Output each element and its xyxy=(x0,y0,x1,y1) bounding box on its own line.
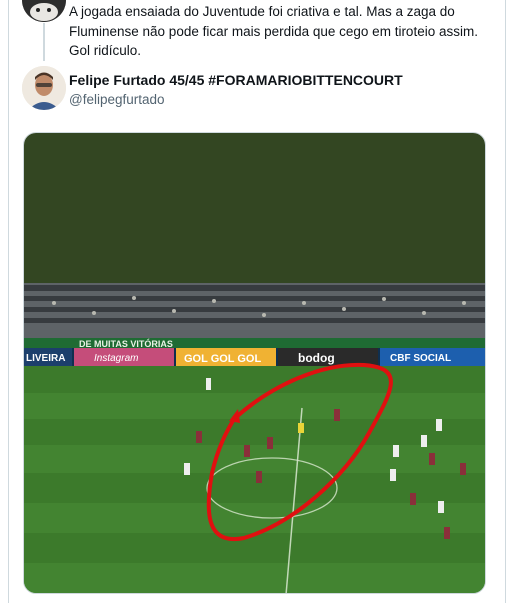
profile-photo-icon xyxy=(22,66,66,110)
previous-tweet-text: A jogada ensaiada do Juventude foi criat… xyxy=(69,4,478,58)
banner-instagram: Instagram xyxy=(94,353,138,364)
author-handle[interactable]: @felipegfurtado xyxy=(69,92,165,107)
thread-connector xyxy=(43,23,45,61)
tweet-media-image[interactable]: DE MUITAS VITÓRIAS LIVEIRA Instagram GOL… xyxy=(23,132,486,594)
author-display-name[interactable]: Felipe Furtado 45/45 #FORAMARIOBITTENCOU… xyxy=(69,72,403,88)
banner-bodog: bodog xyxy=(298,351,335,365)
soccer-match-image: DE MUITAS VITÓRIAS LIVEIRA Instagram GOL… xyxy=(24,133,485,593)
author-avatar[interactable] xyxy=(22,66,66,110)
banner-liveira: LIVEIRA xyxy=(26,353,65,364)
banner-gol: GOL GOL GOL xyxy=(184,353,261,365)
banner-cbf-social: CBF SOCIAL xyxy=(390,353,451,364)
stadium-wall-text: DE MUITAS VITÓRIAS xyxy=(79,338,173,349)
